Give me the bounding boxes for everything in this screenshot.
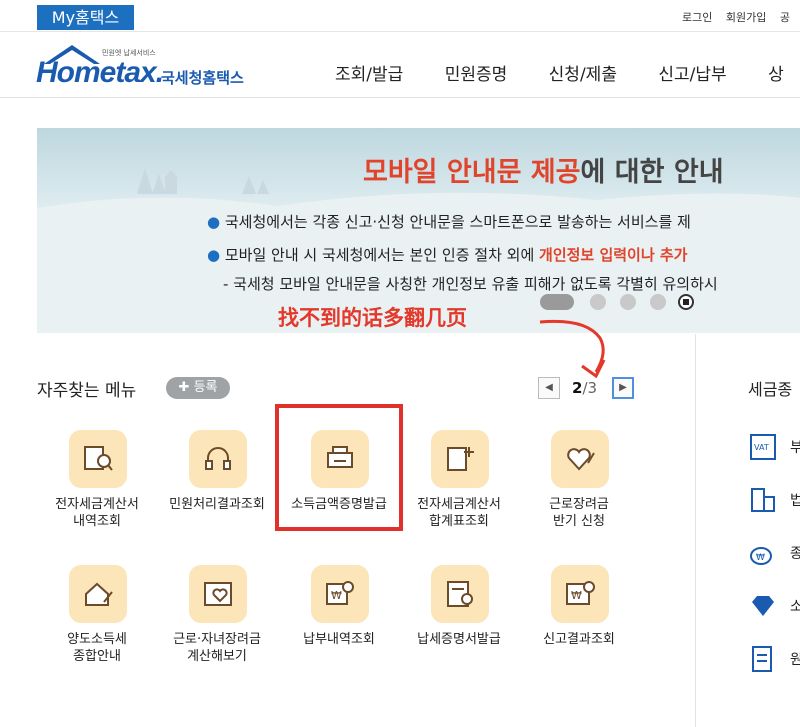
won-search-icon: ₩ bbox=[311, 565, 369, 623]
pager-dot[interactable] bbox=[620, 294, 636, 310]
page-indicator: 2/3 bbox=[572, 377, 597, 399]
favorite-item-tax-payment-certificate[interactable]: 납세증명서발급 bbox=[399, 565, 519, 675]
certificate-icon bbox=[431, 565, 489, 623]
plus-icon: ✚ bbox=[178, 380, 190, 395]
favorites-pager: ◀ 2/3 ▶ bbox=[538, 377, 642, 399]
signup-link[interactable]: 회원가입 bbox=[726, 11, 766, 24]
register-label: 등록 bbox=[193, 380, 218, 395]
nav-apply-submit[interactable]: 신청/제출 bbox=[549, 65, 617, 85]
favorite-item-label: 근로·자녀장려금 계산해보기 bbox=[173, 632, 261, 664]
side-item-4[interactable]: 소 bbox=[790, 596, 800, 616]
side-item-3[interactable]: 종 bbox=[790, 543, 800, 563]
column-divider bbox=[695, 334, 696, 727]
svg-text:₩: ₩ bbox=[571, 589, 582, 602]
favorite-item-label: 납세증명서발급 bbox=[417, 632, 501, 647]
favorite-item-e-tax-summary[interactable]: 전자세금계산서 합계표조회 bbox=[399, 430, 519, 540]
logo-korean-name: 국세청홈택스 bbox=[161, 69, 244, 87]
login-link[interactable]: 로그인 bbox=[682, 11, 712, 24]
svg-text:₩: ₩ bbox=[756, 553, 765, 563]
favorite-item-capital-gains[interactable]: 양도소득세 종합안내 bbox=[37, 565, 157, 675]
main-navigation: 조회/발급 민원증명 신청/제출 신고/납부 상 bbox=[335, 60, 800, 85]
house-pen-icon bbox=[69, 565, 127, 623]
headset-icon bbox=[189, 430, 247, 488]
document-plus-icon bbox=[431, 430, 489, 488]
favorite-item-label: 납부내역조회 bbox=[303, 632, 375, 647]
highlight-annotation-box bbox=[275, 404, 403, 531]
calculator-heart-icon bbox=[189, 565, 247, 623]
my-hometax-tab[interactable]: My홈택스 bbox=[37, 5, 134, 30]
banner-line-1-text: 국세청에서는 각종 신고·신청 안내문을 스마트폰으로 발송하는 서비스를 제 bbox=[224, 213, 691, 231]
tax-category-title: 세금종 bbox=[748, 380, 793, 399]
top-utility-bar: My홈택스 로그인 회원가입 공 bbox=[0, 0, 800, 32]
top-links: 로그인 회원가입 공 bbox=[682, 9, 800, 25]
banner-line-1: ● 국세청에서는 각종 신고·신청 안내문을 스마트폰으로 발송하는 서비스를 … bbox=[207, 211, 691, 232]
banner-line-2-text: 모바일 안내 시 국세청에서는 본인 인증 절차 외에 bbox=[224, 246, 540, 264]
nav-report-pay[interactable]: 신고/납부 bbox=[658, 65, 726, 85]
pager-dot[interactable] bbox=[650, 294, 666, 310]
invoice-search-icon bbox=[69, 430, 127, 488]
banner-title-rest: 에 대한 안내 bbox=[580, 157, 724, 188]
favorite-item-label: 전자세금계산서 내역조회 bbox=[55, 497, 139, 529]
receipt-icon[interactable] bbox=[748, 644, 778, 674]
won-document-search-icon: ₩ bbox=[551, 565, 609, 623]
pager-dot[interactable] bbox=[590, 294, 606, 310]
next-page-button[interactable]: ▶ bbox=[612, 377, 634, 399]
diamond-icon[interactable] bbox=[748, 591, 778, 621]
hometax-logo[interactable]: 민원엣 납세서비스 Hometax. 국세청홈택스 bbox=[36, 40, 266, 92]
pager-dot-active[interactable] bbox=[540, 294, 574, 310]
side-item-2[interactable]: 법 bbox=[790, 490, 800, 510]
nav-civil-certificates[interactable]: 민원증명 bbox=[445, 65, 508, 85]
favorite-item-filing-result[interactable]: ₩ 신고결과조회 bbox=[519, 565, 639, 675]
favorite-item-incentive-calculator[interactable]: 근로·자녀장려금 계산해보기 bbox=[157, 565, 277, 675]
annotation-arrow-icon bbox=[539, 319, 606, 379]
favorite-item-label: 근로장려금 반기 신청 bbox=[549, 497, 609, 529]
banner-line-2-red: 개인정보 입력이나 추가 bbox=[539, 246, 688, 264]
svg-text:VAT: VAT bbox=[754, 443, 769, 452]
bullet-icon: ● bbox=[207, 213, 221, 231]
favorite-item-e-tax-invoice-history[interactable]: 전자세금계산서 내역조회 bbox=[37, 430, 157, 540]
favorite-item-label: 민원처리결과조회 bbox=[169, 497, 265, 512]
banner-title-highlight: 모바일 안내문 제공 bbox=[363, 157, 581, 188]
nav-inquiry-issue[interactable]: 조회/발급 bbox=[335, 65, 403, 85]
favorite-item-work-incentive[interactable]: 근로장려금 반기 신청 bbox=[519, 430, 639, 540]
heart-pen-icon bbox=[551, 430, 609, 488]
side-item-1[interactable]: 부 bbox=[790, 437, 800, 457]
register-button[interactable]: ✚ 등록 bbox=[166, 377, 230, 399]
money-bag-icon[interactable]: ₩ bbox=[748, 538, 778, 568]
favorite-item-label: 전자세금계산서 합계표조회 bbox=[417, 497, 501, 529]
pause-icon[interactable] bbox=[678, 294, 694, 310]
building-icon[interactable] bbox=[748, 485, 778, 515]
favorite-item-payment-history[interactable]: ₩ 납부내역조회 bbox=[279, 565, 399, 675]
vat-icon[interactable]: VAT bbox=[748, 432, 778, 462]
total-pages: /3 bbox=[582, 379, 598, 397]
bullet-icon: ● bbox=[207, 246, 221, 264]
current-page: 2 bbox=[572, 379, 583, 397]
favorite-item-label: 신고결과조회 bbox=[543, 632, 615, 647]
logo-wordmark: Hometax. bbox=[36, 56, 164, 89]
favorite-item-civil-result[interactable]: 민원처리결과조회 bbox=[157, 430, 277, 540]
top-link-truncated[interactable]: 공 bbox=[780, 11, 790, 24]
nav-truncated[interactable]: 상 bbox=[768, 65, 784, 85]
handwritten-annotation: 找不到的话多翻几页 bbox=[278, 306, 467, 330]
favorites-title: 자주찾는 메뉴 bbox=[37, 381, 137, 401]
side-item-5[interactable]: 원 bbox=[790, 649, 800, 669]
banner-line-3: - 국세청 모바일 안내문을 사칭한 개인정보 유출 피해가 없도록 각별히 유… bbox=[223, 275, 718, 293]
banner-title: 모바일 안내문 제공에 대한 안내 bbox=[363, 150, 724, 189]
favorite-item-label: 양도소득세 종합안내 bbox=[67, 632, 127, 664]
banner-line-2: ● 모바일 안내 시 국세청에서는 본인 인증 절차 외에 개인정보 입력이나 … bbox=[207, 244, 687, 265]
svg-text:₩: ₩ bbox=[331, 589, 342, 602]
site-header: 민원엣 납세서비스 Hometax. 국세청홈택스 조회/발급 민원증명 신청/… bbox=[0, 32, 800, 98]
prev-page-button[interactable]: ◀ bbox=[538, 377, 560, 399]
